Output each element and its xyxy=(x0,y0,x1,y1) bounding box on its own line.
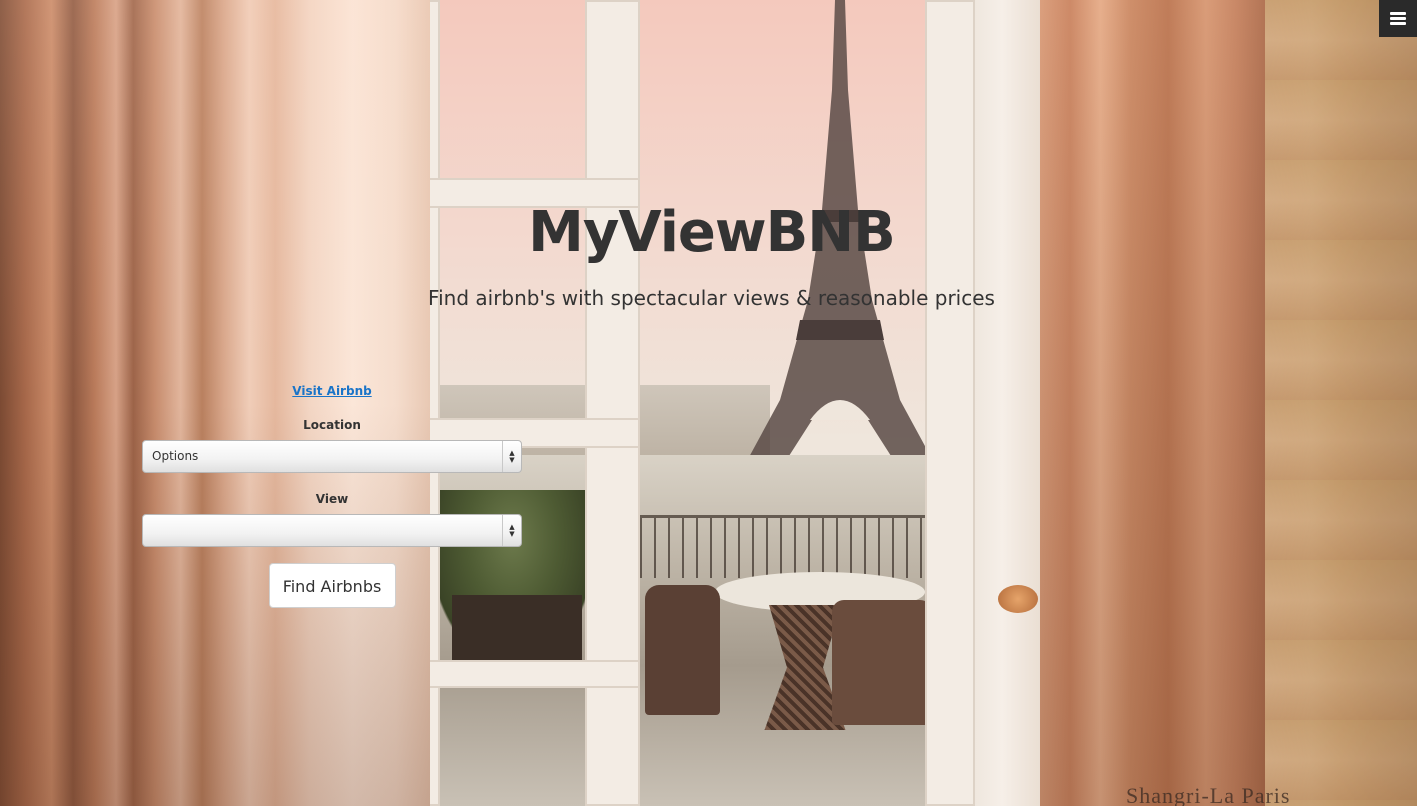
location-select[interactable]: Options ▲ ▼ xyxy=(142,440,522,473)
search-form: Visit Airbnb Location Options ▲ ▼ View ▲ ▼… xyxy=(142,380,522,608)
view-label: View xyxy=(315,492,349,506)
location-select-value: Options xyxy=(152,449,199,463)
hamburger-menu-icon xyxy=(1390,10,1406,27)
door-handle xyxy=(998,585,1038,613)
chair-left xyxy=(645,585,720,715)
window-mullion-lower xyxy=(400,660,640,688)
find-airbnbs-button[interactable]: Find Airbnbs xyxy=(268,563,396,608)
page: Shangri-La Paris MyViewBNB Find airbnb's… xyxy=(0,0,1417,806)
view-select[interactable]: ▲ ▼ xyxy=(142,514,522,547)
visit-airbnb-link[interactable]: Visit Airbnb xyxy=(292,384,371,398)
location-label: Location xyxy=(303,418,361,432)
page-subtitle: Find airbnb's with spectacular views & r… xyxy=(428,286,995,310)
watermark-text: Shangri-La Paris xyxy=(1126,783,1291,806)
select-stepper-icon: ▲ ▼ xyxy=(502,441,521,472)
wallpaper-pattern xyxy=(1265,0,1417,806)
page-title: MyViewBNB xyxy=(528,200,896,265)
select-stepper-icon: ▲ ▼ xyxy=(502,515,521,546)
railing xyxy=(640,515,940,578)
chair-right xyxy=(832,600,932,725)
open-door xyxy=(975,0,1043,806)
window-frame-right xyxy=(925,0,975,806)
menu-button[interactable] xyxy=(1379,0,1417,37)
